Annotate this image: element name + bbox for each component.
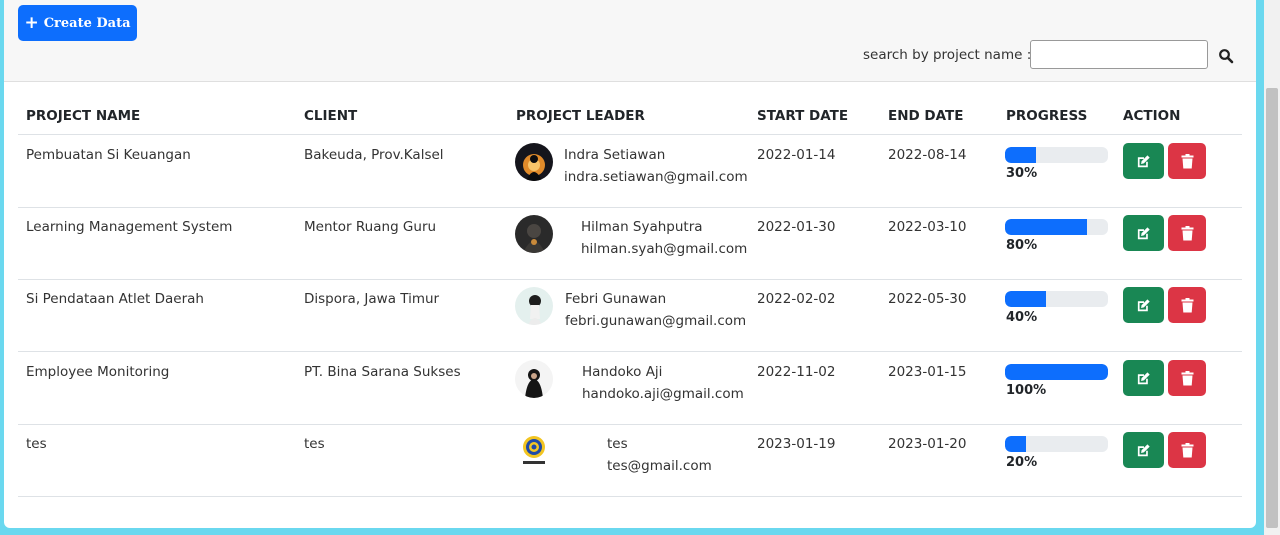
client-name: Dispora, Jawa Timur <box>304 291 440 307</box>
progress-fill <box>1005 219 1088 235</box>
project-name: Pembuatan Si Keuangan <box>26 147 191 163</box>
progress-label: 40% <box>1006 310 1038 325</box>
start-date: 2022-11-02 <box>757 364 836 380</box>
delete-button[interactable] <box>1168 143 1206 179</box>
leader-name: tes <box>607 436 628 452</box>
progress-fill <box>1005 147 1036 163</box>
trash-icon <box>1181 370 1193 385</box>
end-date: 2022-05-30 <box>888 291 967 307</box>
end-date: 2022-03-10 <box>888 219 967 235</box>
search-label: search by project name : <box>863 47 1032 63</box>
trash-icon <box>1181 153 1193 168</box>
trash-icon <box>1181 225 1193 240</box>
start-date: 2022-01-30 <box>757 219 836 235</box>
progress-bar <box>1005 364 1108 380</box>
table-row: Learning Management System Mentor Ruang … <box>18 207 1242 280</box>
leader-email: handoko.aji@gmail.com <box>582 386 744 402</box>
edit-icon <box>1137 298 1150 311</box>
project-name: Learning Management System <box>26 219 233 235</box>
leader-name: Indra Setiawan <box>564 147 666 163</box>
client-name: Bakeuda, Prov.Kalsel <box>304 147 444 163</box>
project-card: + Create Data search by project name : P… <box>4 0 1256 528</box>
table-row: Pembuatan Si Keuangan Bakeuda, Prov.Kals… <box>18 135 1242 208</box>
end-date: 2023-01-15 <box>888 364 967 380</box>
create-data-label: Create Data <box>43 15 131 31</box>
edit-icon <box>1137 371 1150 384</box>
search-icon[interactable] <box>1218 48 1234 64</box>
project-name: tes <box>26 436 47 452</box>
avatar <box>515 360 553 398</box>
leader-name: Handoko Aji <box>582 364 663 380</box>
progress-bar <box>1005 436 1108 452</box>
delete-button[interactable] <box>1168 432 1206 468</box>
client-name: tes <box>304 436 325 452</box>
project-name: Employee Monitoring <box>26 364 170 380</box>
project-name: Si Pendataan Atlet Daerah <box>26 291 204 307</box>
progress-bar <box>1005 291 1108 307</box>
leader-name: Hilman Syahputra <box>581 219 703 235</box>
col-project-leader: PROJECT LEADER <box>516 108 645 124</box>
scrollbar-thumb[interactable] <box>1266 88 1278 528</box>
trash-icon <box>1181 442 1193 457</box>
leader-email: indra.setiawan@gmail.com <box>564 169 748 185</box>
table-row: tes tes tes tes@gmail.com 2023-01-19 202… <box>18 424 1242 497</box>
col-project-name: PROJECT NAME <box>26 108 141 124</box>
col-client: CLIENT <box>304 108 358 124</box>
delete-button[interactable] <box>1168 215 1206 251</box>
edit-button[interactable] <box>1123 360 1164 396</box>
client-name: Mentor Ruang Guru <box>304 219 437 235</box>
avatar <box>515 215 553 253</box>
progress-fill <box>1005 364 1108 380</box>
delete-button[interactable] <box>1168 360 1206 396</box>
trash-icon <box>1181 297 1193 312</box>
table-row: Si Pendataan Atlet Daerah Dispora, Jawa … <box>18 279 1242 352</box>
end-date: 2022-08-14 <box>888 147 967 163</box>
edit-button[interactable] <box>1123 143 1164 179</box>
edit-icon <box>1137 443 1150 456</box>
leader-email: febri.gunawan@gmail.com <box>565 313 747 329</box>
col-start-date: START DATE <box>757 108 849 124</box>
edit-button[interactable] <box>1123 432 1164 468</box>
table-row: Employee Monitoring PT. Bina Sarana Suks… <box>18 352 1242 425</box>
edit-icon <box>1137 226 1150 239</box>
end-date: 2023-01-20 <box>888 436 967 452</box>
start-date: 2022-02-02 <box>757 291 836 307</box>
start-date: 2023-01-19 <box>757 436 836 452</box>
col-action: ACTION <box>1123 108 1181 124</box>
edit-button[interactable] <box>1123 287 1164 323</box>
leader-email: tes@gmail.com <box>607 458 712 474</box>
start-date: 2022-01-14 <box>757 147 836 163</box>
progress-fill <box>1005 436 1026 452</box>
progress-label: 100% <box>1006 383 1047 398</box>
progress-bar <box>1005 147 1108 163</box>
search-input[interactable] <box>1030 40 1208 69</box>
avatar <box>515 287 553 325</box>
progress-label: 30% <box>1006 166 1038 181</box>
progress-fill <box>1005 291 1047 307</box>
delete-button[interactable] <box>1168 287 1206 323</box>
col-progress: PROGRESS <box>1006 108 1088 124</box>
table-header: PROJECT NAME CLIENT PROJECT LEADER START… <box>18 96 1242 135</box>
edit-button[interactable] <box>1123 215 1164 251</box>
client-name: PT. Bina Sarana Sukses <box>304 364 461 380</box>
avatar <box>515 143 553 181</box>
progress-label: 20% <box>1006 455 1038 470</box>
leader-name: Febri Gunawan <box>565 291 667 307</box>
create-data-button[interactable]: + Create Data <box>18 5 137 41</box>
plus-icon: + <box>24 13 39 33</box>
card-header: + Create Data search by project name : <box>4 0 1256 82</box>
edit-icon <box>1137 154 1150 167</box>
leader-email: hilman.syah@gmail.com <box>581 241 748 257</box>
col-end-date: END DATE <box>888 108 964 124</box>
progress-label: 80% <box>1006 238 1038 253</box>
avatar <box>515 432 553 470</box>
progress-bar <box>1005 219 1108 235</box>
